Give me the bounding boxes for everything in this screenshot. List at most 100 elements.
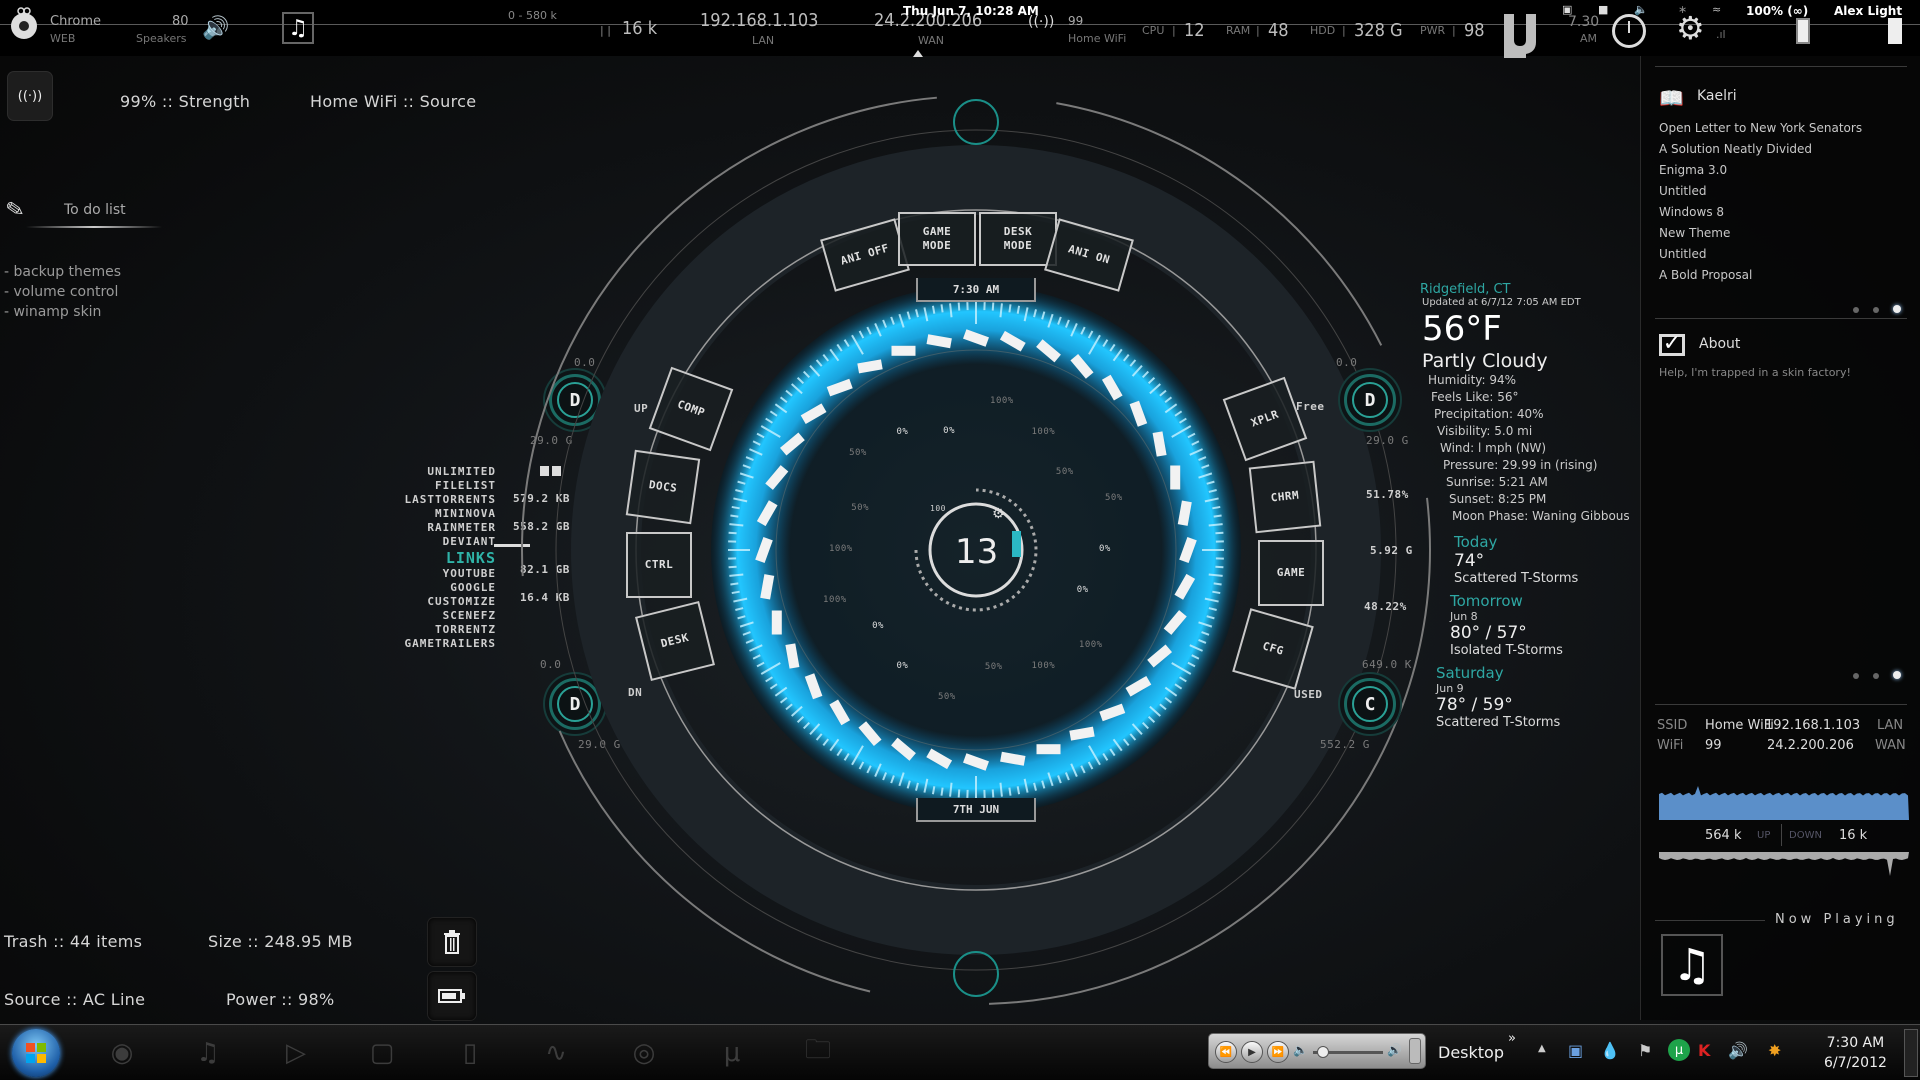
todo-underline: [26, 226, 162, 228]
chrome-taskbar-icon[interactable]: ◉: [100, 1033, 144, 1073]
volume-tray-icon[interactable]: 🔊: [1728, 1041, 1748, 1060]
clock-icon[interactable]: [1612, 14, 1646, 48]
now-playing-label: Now Playing: [1775, 912, 1899, 927]
player-mode-toggle[interactable]: [1409, 1038, 1421, 1064]
bluetooth-icon[interactable]: ∗: [1678, 3, 1687, 16]
link-filelist[interactable]: FILELIST: [360, 479, 496, 493]
app-taskbar-icon[interactable]: ▢: [360, 1033, 404, 1073]
game-mode-button[interactable]: GAME MODE: [898, 212, 976, 266]
page-dot[interactable]: [1853, 673, 1859, 679]
show-desktop-button[interactable]: [1904, 1029, 1918, 1077]
feed-item[interactable]: A Solution Neatly Divided: [1641, 139, 1920, 160]
utorrent-icon[interactable]: [1500, 14, 1548, 58]
page-dot[interactable]: [1853, 307, 1859, 313]
settings-gear-icon[interactable]: ⚙: [1676, 12, 1705, 44]
todo-title[interactable]: To do list: [64, 202, 126, 218]
battery-status[interactable]: 100% (∞): [1746, 4, 1808, 18]
previous-button[interactable]: ⏪: [1215, 1041, 1237, 1063]
link-rainmeter[interactable]: RAINMETER: [360, 521, 496, 535]
desk-mode-button[interactable]: DESK MODE: [979, 212, 1057, 266]
feed-item[interactable]: A Bold Proposal: [1641, 265, 1920, 286]
volume-slider-thumb[interactable]: [1317, 1046, 1329, 1058]
start-button[interactable]: [12, 1029, 60, 1077]
about-title[interactable]: About: [1699, 336, 1740, 352]
document-taskbar-icon[interactable]: ▯: [448, 1033, 492, 1073]
chrome-icon[interactable]: [8, 6, 40, 42]
todo-item[interactable]: - winamp skin: [4, 302, 121, 322]
music-note-icon[interactable]: ♫: [282, 12, 314, 44]
weather-location[interactable]: Ridgefield, CT: [1420, 282, 1650, 297]
ctrl-button[interactable]: CTRL: [626, 532, 692, 598]
drop-tray-icon[interactable]: 💧: [1600, 1041, 1620, 1060]
album-art-icon[interactable]: ♫: [1661, 934, 1723, 996]
drive-d-gauge-right[interactable]: D: [1344, 374, 1396, 426]
date-time[interactable]: Thu Jun 7, 10:28 AM: [903, 4, 1039, 18]
utorrent-tray-icon[interactable]: μ: [1668, 1039, 1690, 1061]
link-torrentz[interactable]: TORRENTZ: [360, 623, 496, 637]
link-mininova[interactable]: MININOVA: [360, 507, 496, 521]
link-lasttorrents[interactable]: LASTTORRENTS: [360, 493, 496, 507]
action-center-flag-icon[interactable]: ⚑: [1638, 1041, 1652, 1060]
wifi-tower-icon: ((·)): [1028, 14, 1055, 30]
feed-item[interactable]: New Theme: [1641, 223, 1920, 244]
wifi-small-icon[interactable]: ≈: [1712, 3, 1721, 16]
feed-item[interactable]: Untitled: [1641, 244, 1920, 265]
page-dot[interactable]: [1873, 307, 1879, 313]
utorrent-taskbar-icon[interactable]: μ: [710, 1033, 754, 1073]
trash-icon[interactable]: [428, 918, 476, 966]
network-tray-icon[interactable]: ▣: [1568, 1041, 1583, 1060]
link-youtube[interactable]: YOUTUBE: [360, 567, 496, 581]
weather-tray-icon[interactable]: ✸: [1768, 1041, 1781, 1060]
ring-tick: [1213, 514, 1222, 518]
page-dot-active[interactable]: [1893, 671, 1901, 679]
todo-item[interactable]: - backup themes: [4, 262, 121, 282]
play-taskbar-icon[interactable]: ▷: [274, 1033, 318, 1073]
todo-item[interactable]: - volume control: [4, 282, 121, 302]
steam-taskbar-icon[interactable]: ∿: [534, 1033, 578, 1073]
next-button[interactable]: ⏩: [1267, 1041, 1289, 1063]
link-unlimited[interactable]: UNLIMITED: [360, 465, 496, 479]
system-clock[interactable]: 7:30 AM 6/7/2012: [1824, 1035, 1887, 1071]
panel-toggle-icon[interactable]: [1888, 18, 1902, 44]
music-taskbar-icon[interactable]: ♫: [186, 1033, 230, 1073]
gears-icon[interactable]: ⚙: [992, 506, 1005, 522]
folder-taskbar-icon[interactable]: 🗀: [796, 1033, 840, 1073]
feed-item[interactable]: Untitled: [1641, 181, 1920, 202]
right-stat-value: 48.22%: [1364, 600, 1407, 613]
battery-widget-icon[interactable]: [428, 972, 476, 1020]
game-button[interactable]: GAME: [1258, 540, 1324, 606]
ring-percent-label: 0%: [896, 427, 909, 438]
hud-dial: 13 100 ⚙ 7:30 AM 7TH JUN ANI OFF GAME MO…: [496, 56, 1456, 1016]
link-customize[interactable]: CUSTOMIZE: [360, 595, 496, 609]
link-deviant[interactable]: DEVIANT: [360, 535, 496, 549]
chrm-button[interactable]: CHRM: [1248, 460, 1322, 534]
user-name[interactable]: Alex Light: [1834, 4, 1902, 18]
drive-c-gauge[interactable]: C: [1344, 678, 1396, 730]
speaker-icon[interactable]: 🔊: [202, 16, 229, 41]
link-google[interactable]: GOOGLE: [360, 581, 496, 595]
feed-item[interactable]: Windows 8: [1641, 202, 1920, 223]
kaspersky-tray-icon[interactable]: K: [1698, 1041, 1710, 1060]
page-dot-active[interactable]: [1893, 305, 1901, 313]
chrome-label[interactable]: Chrome: [50, 14, 101, 29]
feed-item[interactable]: Enigma 3.0: [1641, 160, 1920, 181]
docs-button[interactable]: DOCS: [625, 449, 701, 525]
monitor-icon[interactable]: ▣: [1562, 3, 1572, 16]
volume-small-icon[interactable]: 🔈: [1634, 3, 1648, 16]
feed-item[interactable]: Open Letter to New York Senators: [1641, 118, 1920, 139]
play-button[interactable]: ▶: [1241, 1041, 1263, 1063]
folder-icon[interactable]: ■: [1598, 3, 1608, 16]
ring-percent-label: 100%: [1078, 640, 1103, 651]
checkbox-icon: ✓: [1659, 333, 1685, 356]
toolbar-expand-icon[interactable]: »: [1508, 1031, 1516, 1046]
media-taskbar-icon[interactable]: ◎: [622, 1033, 666, 1073]
page-dot[interactable]: [1873, 673, 1879, 679]
show-hidden-icons-button[interactable]: ▲: [1538, 1043, 1546, 1054]
desktop-toolbar-label[interactable]: Desktop: [1438, 1043, 1504, 1062]
link-gametrailers[interactable]: GAMETRAILERS: [360, 637, 496, 651]
lan-ip-panel: 192.168.1.103: [1765, 718, 1861, 733]
feed-title[interactable]: Kaelri: [1697, 88, 1737, 104]
ring-percent-label: 0%: [943, 425, 955, 436]
link-scenefz[interactable]: SCENEFZ: [360, 609, 496, 623]
wifi-antenna-icon[interactable]: ((·)): [8, 72, 52, 120]
